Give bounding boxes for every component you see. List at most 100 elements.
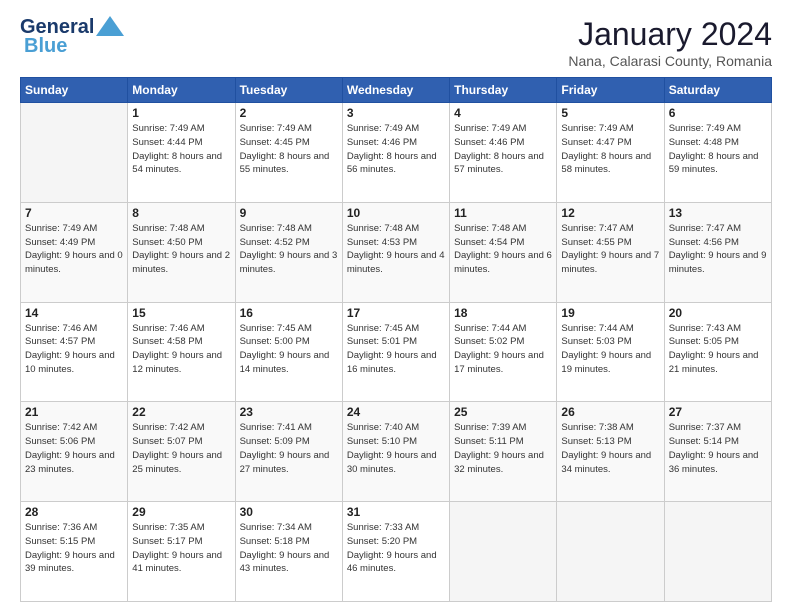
day-info: Sunrise: 7:49 AMSunset: 4:47 PMDaylight:…: [561, 122, 659, 177]
calendar-cell: 26 Sunrise: 7:38 AMSunset: 5:13 PMDayligh…: [557, 402, 664, 502]
day-header-saturday: Saturday: [664, 78, 771, 103]
calendar-cell: 5 Sunrise: 7:49 AMSunset: 4:47 PMDaylight…: [557, 103, 664, 203]
day-number: 7: [25, 206, 123, 220]
calendar-cell: 14 Sunrise: 7:46 AMSunset: 4:57 PMDayligh…: [21, 302, 128, 402]
calendar: SundayMondayTuesdayWednesdayThursdayFrid…: [20, 77, 772, 602]
calendar-cell: 27Sunrise: 7:37 AMSunset: 5:14 PMDayligh…: [664, 402, 771, 502]
day-info: Sunrise: 7:45 AMSunset: 5:00 PMDaylight:…: [240, 322, 338, 377]
day-header-wednesday: Wednesday: [342, 78, 449, 103]
logo-blue: Blue: [24, 35, 67, 58]
day-number: 1: [132, 106, 230, 120]
calendar-cell: 7 Sunrise: 7:49 AMSunset: 4:49 PMDaylight…: [21, 202, 128, 302]
day-info: Sunrise: 7:48 AMSunset: 4:50 PMDaylight:…: [132, 222, 230, 277]
day-number: 19: [561, 306, 659, 320]
calendar-cell: 22 Sunrise: 7:42 AMSunset: 5:07 PMDayligh…: [128, 402, 235, 502]
day-number: 8: [132, 206, 230, 220]
day-info: Sunrise: 7:39 AMSunset: 5:11 PMDaylight:…: [454, 421, 552, 476]
calendar-cell: 3 Sunrise: 7:49 AMSunset: 4:46 PMDaylight…: [342, 103, 449, 203]
day-number: 14: [25, 306, 123, 320]
calendar-cell: 12 Sunrise: 7:47 AMSunset: 4:55 PMDayligh…: [557, 202, 664, 302]
day-info: Sunrise: 7:40 AMSunset: 5:10 PMDaylight:…: [347, 421, 445, 476]
day-number: 13: [669, 206, 767, 220]
day-info: Sunrise: 7:48 AMSunset: 4:52 PMDaylight:…: [240, 222, 338, 277]
title-block: January 2024 Nana, Calarasi County, Roma…: [568, 16, 772, 69]
day-info: Sunrise: 7:41 AMSunset: 5:09 PMDaylight:…: [240, 421, 338, 476]
day-info: Sunrise: 7:49 AMSunset: 4:45 PMDaylight:…: [240, 122, 338, 177]
day-info: Sunrise: 7:46 AMSunset: 4:58 PMDaylight:…: [132, 322, 230, 377]
calendar-week-4: 21Sunrise: 7:42 AMSunset: 5:06 PMDayligh…: [21, 402, 772, 502]
day-number: 16: [240, 306, 338, 320]
calendar-cell: 19 Sunrise: 7:44 AMSunset: 5:03 PMDayligh…: [557, 302, 664, 402]
day-info: Sunrise: 7:33 AMSunset: 5:20 PMDaylight:…: [347, 521, 445, 576]
day-number: 6: [669, 106, 767, 120]
calendar-header-row: SundayMondayTuesdayWednesdayThursdayFrid…: [21, 78, 772, 103]
day-number: 17: [347, 306, 445, 320]
calendar-cell: 17 Sunrise: 7:45 AMSunset: 5:01 PMDayligh…: [342, 302, 449, 402]
day-header-thursday: Thursday: [450, 78, 557, 103]
day-number: 21: [25, 405, 123, 419]
calendar-cell: 24 Sunrise: 7:40 AMSunset: 5:10 PMDayligh…: [342, 402, 449, 502]
calendar-cell: 21Sunrise: 7:42 AMSunset: 5:06 PMDayligh…: [21, 402, 128, 502]
day-number: 9: [240, 206, 338, 220]
day-number: 30: [240, 505, 338, 519]
day-info: Sunrise: 7:42 AMSunset: 5:07 PMDaylight:…: [132, 421, 230, 476]
day-info: Sunrise: 7:49 AMSunset: 4:46 PMDaylight:…: [347, 122, 445, 177]
calendar-week-1: 1 Sunrise: 7:49 AMSunset: 4:44 PMDaylight…: [21, 103, 772, 203]
day-number: 12: [561, 206, 659, 220]
day-number: 27: [669, 405, 767, 419]
day-info: Sunrise: 7:49 AMSunset: 4:44 PMDaylight:…: [132, 122, 230, 177]
calendar-cell: 16 Sunrise: 7:45 AMSunset: 5:00 PMDayligh…: [235, 302, 342, 402]
day-info: Sunrise: 7:45 AMSunset: 5:01 PMDaylight:…: [347, 322, 445, 377]
day-header-monday: Monday: [128, 78, 235, 103]
day-number: 15: [132, 306, 230, 320]
day-header-sunday: Sunday: [21, 78, 128, 103]
day-number: 3: [347, 106, 445, 120]
calendar-cell: 2Sunrise: 7:49 AMSunset: 4:45 PMDaylight…: [235, 103, 342, 203]
logo: General Blue: [20, 16, 124, 58]
day-number: 25: [454, 405, 552, 419]
calendar-cell: 13 Sunrise: 7:47 AMSunset: 4:56 PMDayligh…: [664, 202, 771, 302]
day-info: Sunrise: 7:49 AMSunset: 4:49 PMDaylight:…: [25, 222, 123, 277]
day-info: Sunrise: 7:47 AMSunset: 4:56 PMDaylight:…: [669, 222, 767, 277]
main-title: January 2024: [568, 16, 772, 53]
day-number: 20: [669, 306, 767, 320]
day-info: Sunrise: 7:49 AMSunset: 4:46 PMDaylight:…: [454, 122, 552, 177]
day-number: 4: [454, 106, 552, 120]
day-number: 28: [25, 505, 123, 519]
calendar-cell: 4 Sunrise: 7:49 AMSunset: 4:46 PMDaylight…: [450, 103, 557, 203]
calendar-cell: 1 Sunrise: 7:49 AMSunset: 4:44 PMDaylight…: [128, 103, 235, 203]
calendar-cell: [664, 502, 771, 602]
day-info: Sunrise: 7:44 AMSunset: 5:03 PMDaylight:…: [561, 322, 659, 377]
day-info: Sunrise: 7:38 AMSunset: 5:13 PMDaylight:…: [561, 421, 659, 476]
calendar-cell: 31 Sunrise: 7:33 AMSunset: 5:20 PMDayligh…: [342, 502, 449, 602]
calendar-cell: 18Sunrise: 7:44 AMSunset: 5:02 PMDayligh…: [450, 302, 557, 402]
header: General Blue January 2024 Nana, Calarasi…: [20, 16, 772, 69]
day-number: 31: [347, 505, 445, 519]
calendar-cell: 6 Sunrise: 7:49 AMSunset: 4:48 PMDaylight…: [664, 103, 771, 203]
calendar-cell: 8 Sunrise: 7:48 AMSunset: 4:50 PMDaylight…: [128, 202, 235, 302]
calendar-cell: 11Sunrise: 7:48 AMSunset: 4:54 PMDayligh…: [450, 202, 557, 302]
day-number: 26: [561, 405, 659, 419]
calendar-week-5: 28Sunrise: 7:36 AMSunset: 5:15 PMDayligh…: [21, 502, 772, 602]
logo-icon: [96, 16, 124, 36]
calendar-cell: [450, 502, 557, 602]
day-number: 18: [454, 306, 552, 320]
day-number: 5: [561, 106, 659, 120]
calendar-cell: [557, 502, 664, 602]
calendar-cell: 29Sunrise: 7:35 AMSunset: 5:17 PMDayligh…: [128, 502, 235, 602]
calendar-cell: 23Sunrise: 7:41 AMSunset: 5:09 PMDayligh…: [235, 402, 342, 502]
day-info: Sunrise: 7:47 AMSunset: 4:55 PMDaylight:…: [561, 222, 659, 277]
page: General Blue January 2024 Nana, Calarasi…: [0, 0, 792, 612]
day-info: Sunrise: 7:48 AMSunset: 4:53 PMDaylight:…: [347, 222, 445, 277]
calendar-cell: 30Sunrise: 7:34 AMSunset: 5:18 PMDayligh…: [235, 502, 342, 602]
day-number: 22: [132, 405, 230, 419]
day-info: Sunrise: 7:49 AMSunset: 4:48 PMDaylight:…: [669, 122, 767, 177]
day-info: Sunrise: 7:46 AMSunset: 4:57 PMDaylight:…: [25, 322, 123, 377]
calendar-cell: 25 Sunrise: 7:39 AMSunset: 5:11 PMDayligh…: [450, 402, 557, 502]
day-number: 10: [347, 206, 445, 220]
calendar-cell: [21, 103, 128, 203]
day-number: 24: [347, 405, 445, 419]
day-header-friday: Friday: [557, 78, 664, 103]
calendar-cell: 9 Sunrise: 7:48 AMSunset: 4:52 PMDaylight…: [235, 202, 342, 302]
calendar-cell: 28Sunrise: 7:36 AMSunset: 5:15 PMDayligh…: [21, 502, 128, 602]
